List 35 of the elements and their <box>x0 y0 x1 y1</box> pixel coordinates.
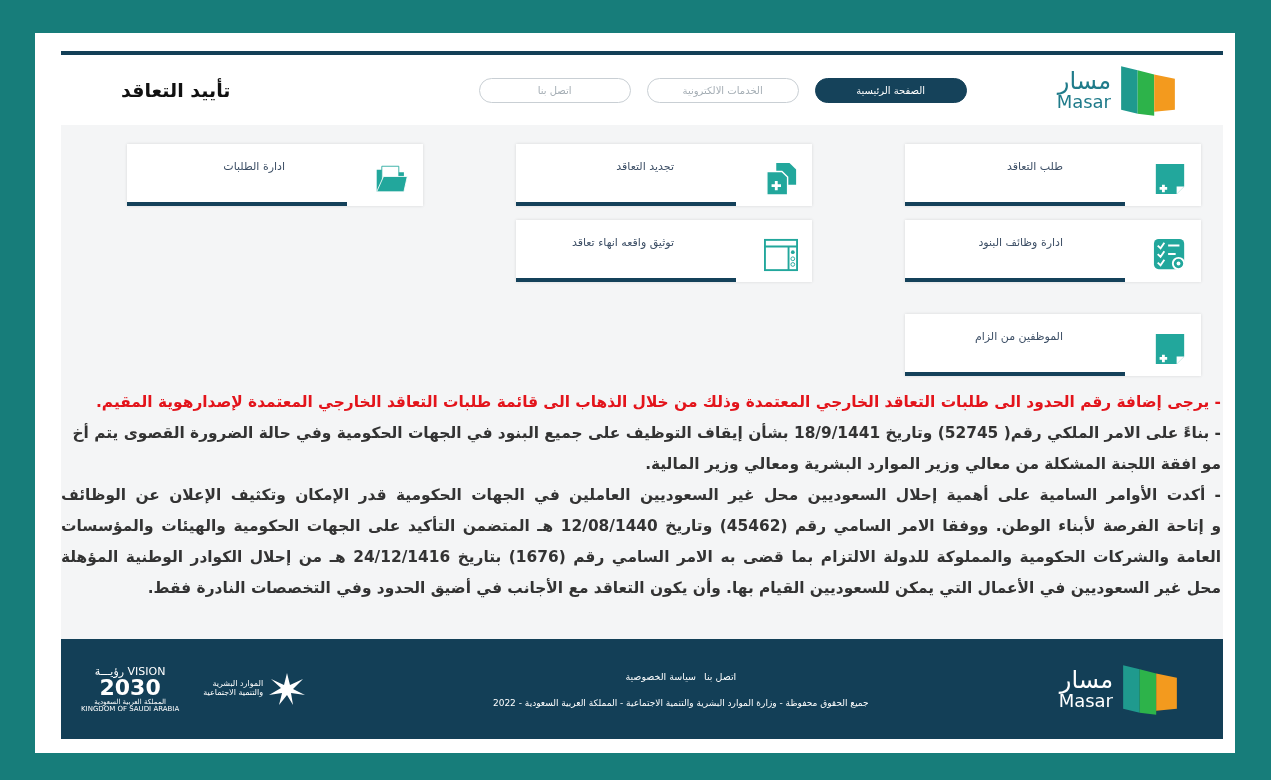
copyright-text: جميع الحقوق محفوظة - وزارة الموارد البشرية والتنمية الاجتماعية - المملكة العربية السعودية - 2022 <box>492 697 869 708</box>
card-label: ادارة الطلبات <box>223 160 285 173</box>
ministry-name-text: الموارد البشرية <box>212 680 264 689</box>
panel-window-icon <box>764 238 798 272</box>
card-label: توثيق واقعه انهاء تعاقد <box>571 236 674 249</box>
service-card[interactable]: ادارة وظائف البنود <box>905 220 1201 282</box>
service-card[interactable]: طلب التعاقد <box>905 144 1201 206</box>
notice-text: مو افقة اللجنة المشكلة من معالي وزير الموارد البشرية ومعالي وزير المالية. <box>644 454 1221 476</box>
notice-text: محل غير السعوديين في الأعمال التي يمكن للسعوديين القيام بها. وأن يكون التعاقد مع الأجانب في أضيق الحدود وفي التخصصات النادرة فقط. <box>146 577 1221 600</box>
notice-text: - يرجى إضافة رقم الحدود الى طلبات التعاقد الخارجي المعتمدة وذلك من خلال الذهاب الى قائمة طلبات التعاقد الخارجي المعتمدة لإصدارهوية المقيم. <box>94 392 1221 414</box>
card-label: طلب التعاقد <box>1006 160 1063 173</box>
page-title: تأييد التعاقد <box>121 79 231 101</box>
service-card[interactable]: الموظفين من الزام <box>905 314 1201 376</box>
vision-year-text: 2030 <box>99 676 161 699</box>
checklist-gear-icon <box>1153 238 1187 272</box>
nav-tab[interactable]: الصفحة الرئيسية <box>814 77 967 103</box>
notice-text: - بناءً على الامر الملكي رقم( 52745) وتاريخ 18/9/1441 بشأن إيقاف التوظيف على جميع البنود في الجهات الحكومية وفي حالة الضرورة القصوى يتم أخ <box>71 422 1221 445</box>
logo-arabic-text: مسار <box>1059 668 1113 692</box>
card-label: الموظفين من الزام <box>974 330 1063 343</box>
vision-title-text: VISION رؤيـــة <box>94 665 166 677</box>
documents-plus-icon <box>764 162 798 196</box>
service-card[interactable]: ادارة الطلبات <box>127 144 423 206</box>
notice-text: - أكدت الأوامر السامية على أهمية إحلال السعوديين محل غير السعوديين العاملين في الجهات الحكومية قدر الإمكان وتكثيف الإعلان عن الوظائف <box>61 484 1221 507</box>
document-plus-icon <box>1153 332 1187 366</box>
service-card[interactable]: تجديد التعاقد <box>516 144 812 206</box>
footer-link[interactable]: سياسة الخصوصية <box>625 670 697 682</box>
footer-link[interactable]: اتصل بنا <box>704 670 737 682</box>
notice-text: و إتاحة الفرصة لأبناء الوطن. ووفقا الامر السامي رقم (45462) وتاريخ 12/08/1440 هـ المتضمن التأكيد على الجهات الحكومية والهيئات والمؤسسات <box>61 515 1221 538</box>
logo-arabic-text: مسار <box>1057 69 1111 93</box>
ministry-name-text: والتنمية الاجتماعية <box>203 689 264 698</box>
card-label: ادارة وظائف البنود <box>978 236 1063 249</box>
notice-text: العامة والشركات الحكومية والمملوكة للدولة الالتزام بما قضى به الامر السامي رقم (1676) بتاريخ 24/12/1416 هـ من إحلال الكوادر الوطنية المؤهلة <box>61 547 1221 569</box>
service-card[interactable]: توثيق واقعه انهاء تعاقد <box>516 220 812 282</box>
document-plus-icon <box>1153 162 1187 196</box>
card-label: تجديد التعاقد <box>616 160 674 173</box>
